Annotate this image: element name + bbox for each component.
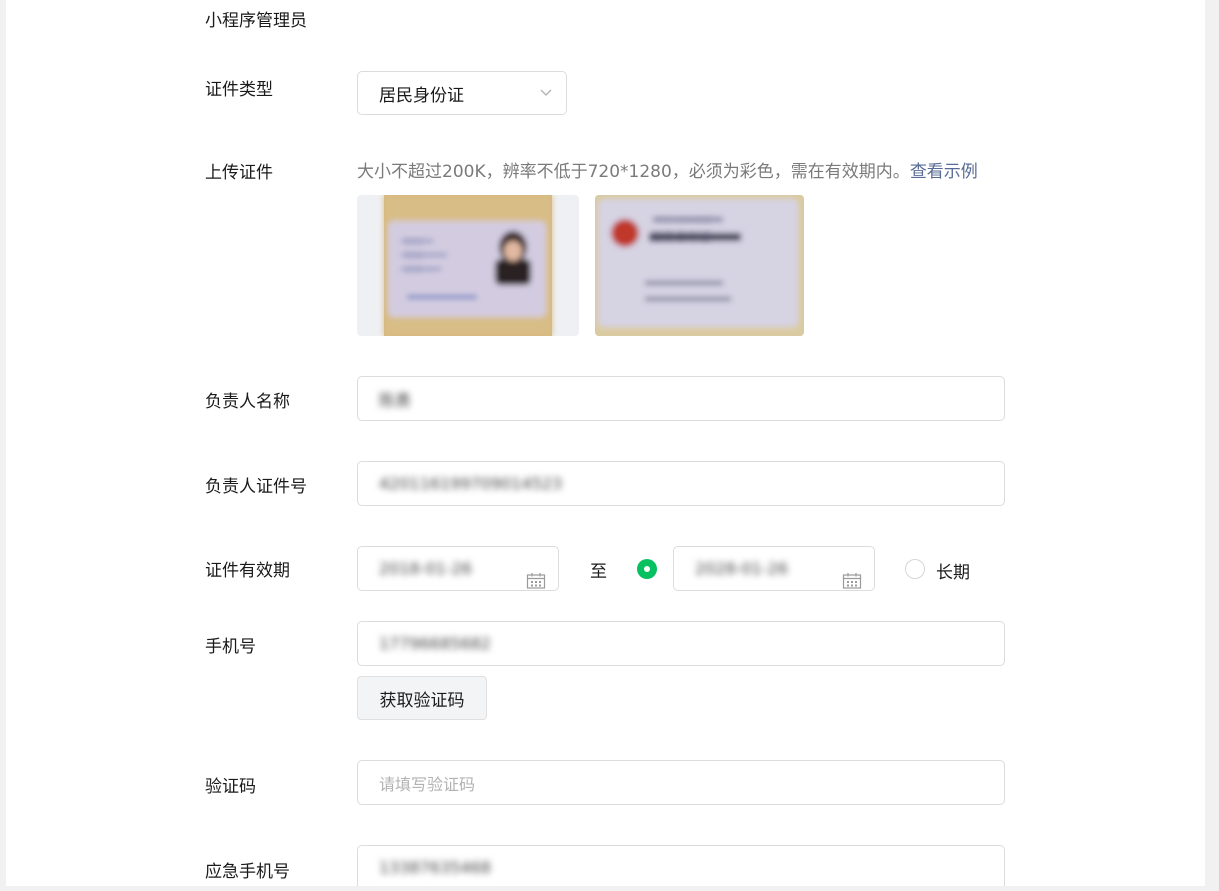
calendar-icon	[842, 573, 862, 589]
page-edge	[1205, 0, 1219, 886]
long-term-radio[interactable]	[905, 559, 925, 579]
front-birth-text: 出生	[405, 264, 423, 276]
form-card: 小程序管理员 证件类型 居民身份证 上传证件 大小不超过200K，辨率不低于72…	[6, 0, 1205, 886]
id-type-select[interactable]: 居民身份证	[357, 71, 567, 115]
id-number-value: 420116199709014523	[379, 474, 563, 493]
validity-start-value: 2018-01-26	[379, 559, 472, 578]
validity-end-input[interactable]: 2028-01-26	[673, 546, 875, 591]
code-label: 验证码	[205, 777, 256, 797]
name-input[interactable]: 陈勇	[357, 376, 1005, 421]
code-input[interactable]: 请填写验证码	[357, 760, 1005, 805]
chevron-down-icon	[540, 89, 552, 96]
id-number-input[interactable]: 420116199709014523	[357, 461, 1005, 506]
id-card-back-thumbnail[interactable]: 中华人民共和国 居民身份证	[595, 195, 804, 336]
upload-label: 上传证件	[205, 163, 273, 183]
get-code-button[interactable]: 获取验证码	[357, 676, 487, 720]
id-number-label: 负责人证件号	[205, 477, 307, 497]
code-placeholder: 请填写验证码	[379, 774, 476, 794]
name-label: 负责人名称	[205, 392, 290, 412]
name-value: 陈勇	[379, 390, 412, 410]
phone-label: 手机号	[205, 637, 256, 657]
phone-input[interactable]: 17796685682	[357, 621, 1005, 666]
emergency-phone-label: 应急手机号	[205, 862, 290, 882]
calendar-icon	[526, 573, 546, 589]
id-card-back-image: 中华人民共和国 居民身份证	[595, 195, 804, 336]
id-card-front-image: 姓名 性别 出生	[384, 195, 552, 336]
id-card-front-thumbnail[interactable]: 姓名 性别 出生	[357, 195, 579, 336]
phone-value: 17796685682	[379, 634, 491, 653]
long-term-label: 长期	[936, 563, 970, 583]
upload-hint-text: 大小不超过200K，辨率不低于720*1280，必须为彩色，需在有效期内。	[357, 162, 910, 182]
upload-hint: 大小不超过200K，辨率不低于720*1280，必须为彩色，需在有效期内。查看示…	[357, 157, 978, 182]
view-example-link[interactable]: 查看示例	[910, 162, 978, 182]
validity-label: 证件有效期	[205, 561, 290, 581]
validity-end-value: 2028-01-26	[695, 559, 788, 578]
validity-start-input[interactable]: 2018-01-26	[357, 546, 559, 591]
date-range-separator: 至	[590, 562, 607, 582]
section-title: 小程序管理员	[205, 11, 307, 31]
emergency-phone-input[interactable]: 13387635468	[357, 845, 1005, 886]
front-name-text: 姓名	[405, 236, 423, 248]
id-type-label: 证件类型	[205, 80, 273, 100]
back-title-text: 居民身份证	[651, 229, 711, 244]
back-country-text: 中华人民共和国	[655, 215, 711, 225]
emergency-phone-value: 13387635468	[379, 858, 491, 877]
front-gender-text: 性别	[405, 250, 423, 262]
fixed-term-radio[interactable]	[637, 559, 657, 579]
id-type-value: 居民身份证	[379, 85, 464, 106]
